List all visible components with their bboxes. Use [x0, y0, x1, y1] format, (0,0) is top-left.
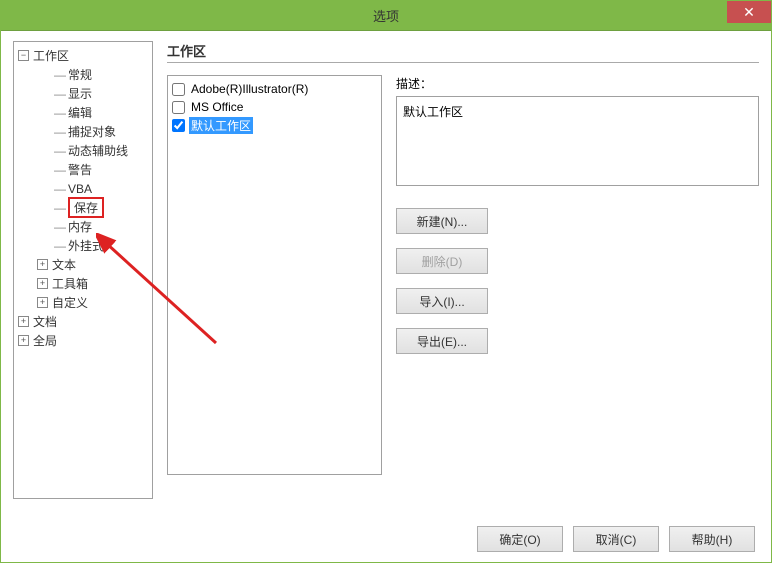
titlebar: 选项 ✕: [1, 1, 771, 31]
tree-node[interactable]: —警告: [14, 160, 152, 179]
expand-icon[interactable]: +: [18, 316, 29, 327]
tree-node[interactable]: + 全局: [14, 331, 152, 350]
tree-label: 工具箱: [52, 275, 88, 292]
expand-icon[interactable]: +: [18, 335, 29, 346]
description-box: 默认工作区: [396, 96, 759, 186]
tree-label: 外挂式: [68, 237, 104, 254]
tree-node[interactable]: —编辑: [14, 103, 152, 122]
workspace-checkbox[interactable]: [172, 119, 185, 132]
workspace-checkbox[interactable]: [172, 83, 185, 96]
highlight-annotation: 保存: [68, 197, 104, 218]
tree-node[interactable]: — 保存: [14, 198, 152, 217]
tree-bullet-icon: —: [54, 201, 66, 215]
options-dialog: 选项 ✕ − 工作区 —常规—显示—编辑—捕捉对象—动态辅助线—警告—VBA—保…: [0, 0, 772, 563]
list-item[interactable]: MS Office: [172, 98, 377, 116]
tree-node[interactable]: + 自定义: [14, 293, 152, 312]
tree-label: 常规: [68, 66, 92, 83]
tree-node[interactable]: —内存: [14, 217, 152, 236]
tree-bullet-icon: —: [54, 163, 66, 177]
tree-node[interactable]: —VBA: [14, 179, 152, 198]
list-item-label: Adobe(R)Illustrator(R): [189, 82, 310, 96]
tree-bullet-icon: —: [54, 182, 66, 196]
content-area: − 工作区 —常规—显示—编辑—捕捉对象—动态辅助线—警告—VBA—保存—内存—…: [1, 31, 771, 509]
close-button[interactable]: ✕: [727, 1, 771, 23]
import-button[interactable]: 导入(I)...: [396, 288, 488, 314]
tree-label: 工作区: [33, 47, 69, 64]
list-item-label: MS Office: [189, 100, 245, 114]
tree-node[interactable]: —显示: [14, 84, 152, 103]
ok-button[interactable]: 确定(O): [477, 526, 563, 552]
list-item[interactable]: 默认工作区: [172, 116, 377, 134]
collapse-icon[interactable]: −: [18, 50, 29, 61]
delete-button: 删除(D): [396, 248, 488, 274]
tree-label: 动态辅助线: [68, 142, 128, 159]
tree-label: 显示: [68, 85, 92, 102]
tree-bullet-icon: —: [54, 68, 66, 82]
new-button[interactable]: 新建(N)...: [396, 208, 488, 234]
workspace-list[interactable]: Adobe(R)Illustrator(R) MS Office 默认工作区: [167, 75, 382, 475]
tree-node[interactable]: —常规: [14, 65, 152, 84]
list-item-label: 默认工作区: [189, 117, 253, 134]
tree-node[interactable]: —捕捉对象: [14, 122, 152, 141]
export-button[interactable]: 导出(E)...: [396, 328, 488, 354]
tree-label: 编辑: [68, 104, 92, 121]
tree-label: 自定义: [52, 294, 88, 311]
tree-node-workspace[interactable]: − 工作区: [14, 46, 152, 65]
expand-icon[interactable]: +: [37, 278, 48, 289]
expand-icon[interactable]: +: [37, 259, 48, 270]
main-panel: 工作区 Adobe(R)Illustrator(R) MS Office 默认工作区…: [153, 41, 759, 499]
tree-label: 文本: [52, 256, 76, 273]
tree-node[interactable]: + 工具箱: [14, 274, 152, 293]
lists-row: Adobe(R)Illustrator(R) MS Office 默认工作区 描述：…: [167, 75, 759, 475]
workspace-checkbox[interactable]: [172, 101, 185, 114]
tree-bullet-icon: —: [54, 125, 66, 139]
tree-bullet-icon: —: [54, 144, 66, 158]
tree-node[interactable]: + 文本: [14, 255, 152, 274]
help-button[interactable]: 帮助(H): [669, 526, 755, 552]
tree-label: VBA: [68, 182, 92, 196]
tree-bullet-icon: —: [54, 220, 66, 234]
description-label: 描述：: [396, 75, 759, 92]
tree-bullet-icon: —: [54, 239, 66, 253]
category-tree[interactable]: − 工作区 —常规—显示—编辑—捕捉对象—动态辅助线—警告—VBA—保存—内存—…: [13, 41, 153, 499]
tree-bullet-icon: —: [54, 106, 66, 120]
tree-label: 保存: [74, 201, 98, 215]
tree-node[interactable]: + 文档: [14, 312, 152, 331]
tree-label: 文档: [33, 313, 57, 330]
tree-label: 警告: [68, 161, 92, 178]
dialog-footer: 确定(O) 取消(C) 帮助(H): [477, 526, 755, 552]
window-title: 选项: [373, 6, 399, 25]
tree-bullet-icon: —: [54, 87, 66, 101]
expand-icon[interactable]: +: [37, 297, 48, 308]
close-icon: ✕: [743, 4, 755, 21]
tree-node[interactable]: —外挂式: [14, 236, 152, 255]
tree-label: 内存: [68, 218, 92, 235]
cancel-button[interactable]: 取消(C): [573, 526, 659, 552]
right-column: 描述： 默认工作区 新建(N)... 删除(D) 导入(I)... 导出(E).…: [396, 75, 759, 475]
list-item[interactable]: Adobe(R)Illustrator(R): [172, 80, 377, 98]
section-title: 工作区: [167, 41, 759, 63]
tree-label: 捕捉对象: [68, 123, 116, 140]
tree-label: 全局: [33, 332, 57, 349]
tree-node[interactable]: —动态辅助线: [14, 141, 152, 160]
description-text: 默认工作区: [403, 105, 463, 119]
